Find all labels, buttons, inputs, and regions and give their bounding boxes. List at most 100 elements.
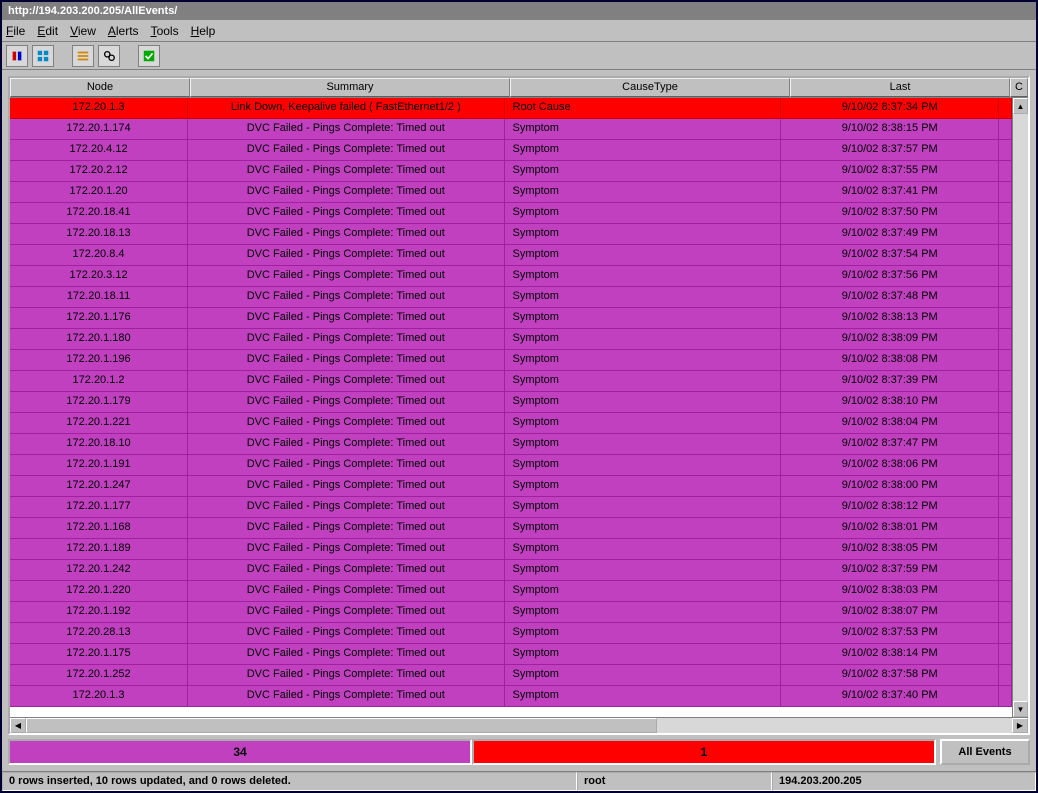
table-row[interactable]: 172.20.1.20DVC Failed - Pings Complete: … [10,182,1012,203]
cell-causetype: Symptom [505,644,782,665]
table-row[interactable]: 172.20.1.252DVC Failed - Pings Complete:… [10,665,1012,686]
cell-causetype: Symptom [505,203,782,224]
cell-summary: DVC Failed - Pings Complete: Timed out [188,371,504,392]
table-row[interactable]: 172.20.3.12DVC Failed - Pings Complete: … [10,266,1012,287]
cell-summary: DVC Failed - Pings Complete: Timed out [188,665,504,686]
cell-extra [999,371,1012,392]
table-row[interactable]: 172.20.1.220DVC Failed - Pings Complete:… [10,581,1012,602]
hscroll-track[interactable] [26,718,1012,733]
table-row[interactable]: 172.20.1.175DVC Failed - Pings Complete:… [10,644,1012,665]
count-rootcause[interactable]: 1 [472,739,936,765]
tb-find-icon[interactable] [98,45,120,67]
cell-extra [999,581,1012,602]
table-row[interactable]: 172.20.1.3Link Down, Keepalive failed ( … [10,98,1012,119]
table-row[interactable]: 172.20.1.196DVC Failed - Pings Complete:… [10,350,1012,371]
cell-node: 172.20.1.180 [10,329,188,350]
cell-summary: DVC Failed - Pings Complete: Timed out [188,623,504,644]
cell-last: 9/10/02 8:37:53 PM [781,623,999,644]
cell-extra [999,98,1012,119]
menu-file[interactable]: File [6,24,25,38]
menu-help[interactable]: Help [191,24,216,38]
table-row[interactable]: 172.20.1.191DVC Failed - Pings Complete:… [10,455,1012,476]
table-row[interactable]: 172.20.1.180DVC Failed - Pings Complete:… [10,329,1012,350]
scroll-right-icon[interactable]: ▶ [1012,718,1028,733]
table-row[interactable]: 172.20.8.4DVC Failed - Pings Complete: T… [10,245,1012,266]
cell-last: 9/10/02 8:37:49 PM [781,224,999,245]
table-row[interactable]: 172.20.1.192DVC Failed - Pings Complete:… [10,602,1012,623]
cell-node: 172.20.1.176 [10,308,188,329]
tb-check-icon[interactable] [138,45,160,67]
scroll-up-icon[interactable]: ▲ [1013,98,1028,114]
table-row[interactable]: 172.20.1.174DVC Failed - Pings Complete:… [10,119,1012,140]
cell-summary: DVC Failed - Pings Complete: Timed out [188,476,504,497]
tb-grid-icon[interactable] [32,45,54,67]
cell-node: 172.20.1.252 [10,665,188,686]
cell-last: 9/10/02 8:38:15 PM [781,119,999,140]
grid-header: Node Summary CauseType Last C [10,78,1028,98]
table-row[interactable]: 172.20.1.247DVC Failed - Pings Complete:… [10,476,1012,497]
cell-causetype: Symptom [505,581,782,602]
cell-causetype: Symptom [505,434,782,455]
scroll-down-icon[interactable]: ▼ [1013,701,1028,717]
cell-extra [999,308,1012,329]
cell-causetype: Symptom [505,140,782,161]
tb-list-icon[interactable] [72,45,94,67]
table-row[interactable]: 172.20.1.189DVC Failed - Pings Complete:… [10,539,1012,560]
table-row[interactable]: 172.20.1.2DVC Failed - Pings Complete: T… [10,371,1012,392]
table-row[interactable]: 172.20.1.176DVC Failed - Pings Complete:… [10,308,1012,329]
cell-extra [999,119,1012,140]
table-row[interactable]: 172.20.1.179DVC Failed - Pings Complete:… [10,392,1012,413]
cell-node: 172.20.1.189 [10,539,188,560]
cell-extra [999,161,1012,182]
table-row[interactable]: 172.20.2.12DVC Failed - Pings Complete: … [10,161,1012,182]
menu-view[interactable]: View [70,24,96,38]
cell-last: 9/10/02 8:37:47 PM [781,434,999,455]
cell-summary: DVC Failed - Pings Complete: Timed out [188,119,504,140]
cell-node: 172.20.1.2 [10,371,188,392]
cell-extra [999,392,1012,413]
table-row[interactable]: 172.20.18.41DVC Failed - Pings Complete:… [10,203,1012,224]
cell-summary: DVC Failed - Pings Complete: Timed out [188,434,504,455]
scroll-left-icon[interactable]: ◀ [10,718,26,733]
cell-last: 9/10/02 8:37:34 PM [781,98,999,119]
table-row[interactable]: 172.20.1.168DVC Failed - Pings Complete:… [10,518,1012,539]
table-row[interactable]: 172.20.28.13DVC Failed - Pings Complete:… [10,623,1012,644]
col-last[interactable]: Last [790,78,1010,97]
cell-last: 9/10/02 8:37:56 PM [781,266,999,287]
cell-node: 172.20.1.242 [10,560,188,581]
table-row[interactable]: 172.20.1.3DVC Failed - Pings Complete: T… [10,686,1012,707]
cell-extra [999,602,1012,623]
content-area: Node Summary CauseType Last C 172.20.1.3… [2,70,1036,771]
hscroll-thumb[interactable] [26,718,657,733]
table-row[interactable]: 172.20.18.10DVC Failed - Pings Complete:… [10,434,1012,455]
vertical-scrollbar[interactable]: ▲ ▼ [1012,98,1028,717]
col-extra[interactable]: C [1010,78,1028,97]
cell-last: 9/10/02 8:37:41 PM [781,182,999,203]
cell-summary: DVC Failed - Pings Complete: Timed out [188,245,504,266]
tb-pause-icon[interactable] [6,45,28,67]
table-row[interactable]: 172.20.18.13DVC Failed - Pings Complete:… [10,224,1012,245]
menu-edit[interactable]: Edit [37,24,58,38]
count-symptom[interactable]: 34 [8,739,472,765]
cell-causetype: Symptom [505,602,782,623]
cell-node: 172.20.1.191 [10,455,188,476]
cell-causetype: Symptom [505,686,782,707]
table-row[interactable]: 172.20.4.12DVC Failed - Pings Complete: … [10,140,1012,161]
table-row[interactable]: 172.20.18.11DVC Failed - Pings Complete:… [10,287,1012,308]
cell-causetype: Symptom [505,308,782,329]
menu-tools[interactable]: Tools [151,24,179,38]
all-events-button[interactable]: All Events [940,739,1030,765]
title-text: http://194.203.200.205/AllEvents/ [8,5,177,17]
table-row[interactable]: 172.20.1.221DVC Failed - Pings Complete:… [10,413,1012,434]
cell-summary: DVC Failed - Pings Complete: Timed out [188,686,504,707]
scroll-track[interactable] [1013,114,1028,701]
titlebar: http://194.203.200.205/AllEvents/ [2,2,1036,20]
col-causetype[interactable]: CauseType [510,78,790,97]
col-summary[interactable]: Summary [190,78,510,97]
cell-causetype: Symptom [505,371,782,392]
table-row[interactable]: 172.20.1.242DVC Failed - Pings Complete:… [10,560,1012,581]
menu-alerts[interactable]: Alerts [108,24,139,38]
table-row[interactable]: 172.20.1.177DVC Failed - Pings Complete:… [10,497,1012,518]
horizontal-scrollbar[interactable]: ◀ ▶ [10,717,1028,733]
col-node[interactable]: Node [10,78,190,97]
